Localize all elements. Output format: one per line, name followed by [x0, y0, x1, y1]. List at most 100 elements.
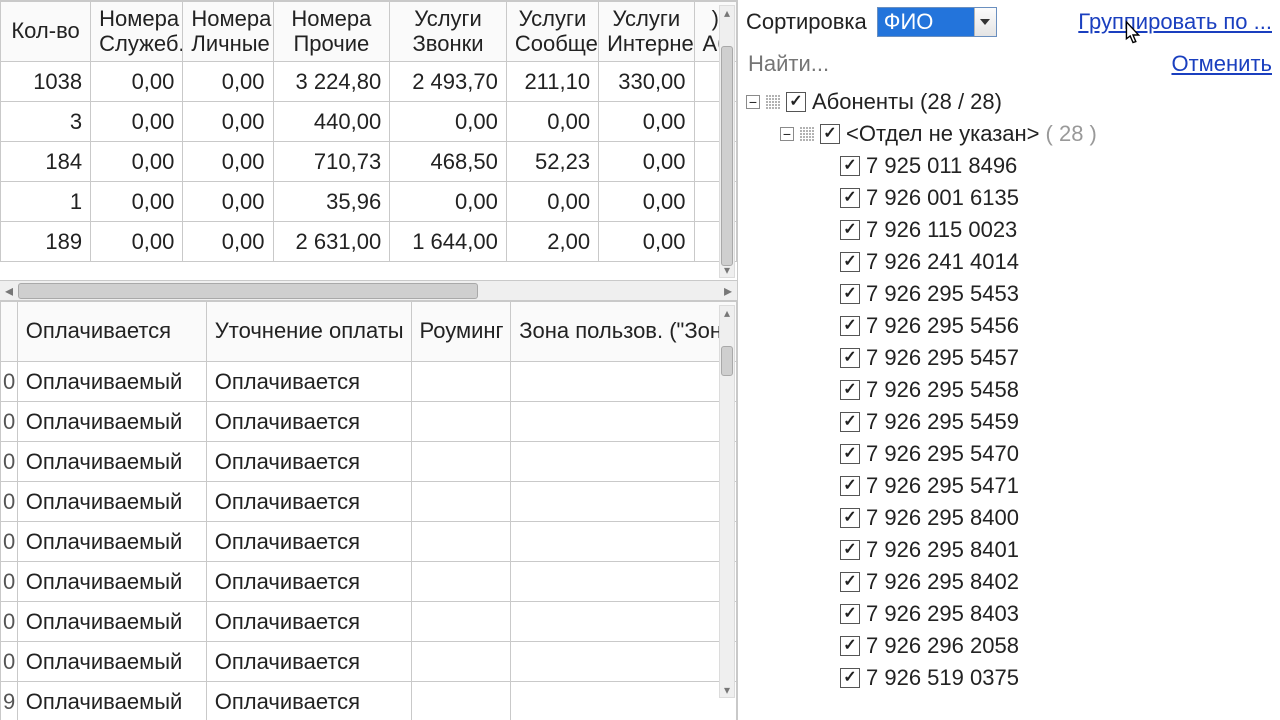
column-header[interactable] [1, 302, 18, 362]
scroll-track[interactable] [18, 282, 719, 300]
table-cell[interactable]: 0,00 [506, 182, 598, 222]
table-cell[interactable]: Оплачиваемый [17, 642, 206, 682]
table-cell[interactable]: 2,00 [506, 222, 598, 262]
checkbox[interactable]: ✓ [840, 380, 860, 400]
table-cell[interactable] [511, 402, 737, 442]
chevron-down-icon[interactable] [974, 8, 996, 36]
summary-horizontal-scrollbar[interactable]: ◂ ▸ [0, 280, 737, 300]
checkbox[interactable]: ✓ [840, 412, 860, 432]
checkbox[interactable]: ✓ [840, 220, 860, 240]
table-cell[interactable] [411, 362, 511, 402]
checkbox[interactable]: ✓ [840, 348, 860, 368]
table-row[interactable]: 10380,000,003 224,802 493,70211,10330,00 [1, 62, 737, 102]
table-cell[interactable]: 52,23 [506, 142, 598, 182]
table-cell[interactable] [511, 562, 737, 602]
table-row[interactable]: 0ОплачиваемыйОплачивается [1, 442, 737, 482]
table-cell[interactable]: 0,00 [91, 142, 183, 182]
table-cell[interactable]: 0,00 [183, 182, 273, 222]
checkbox[interactable]: ✓ [820, 124, 840, 144]
scroll-thumb[interactable] [18, 283, 478, 299]
table-cell[interactable]: 211,10 [506, 62, 598, 102]
table-cell[interactable]: Оплачиваемый [17, 482, 206, 522]
scroll-up-icon[interactable]: ▴ [720, 6, 734, 20]
tree-phone-row[interactable]: ✓7 926 295 8402 [746, 566, 1272, 598]
table-cell[interactable]: 0,00 [183, 222, 273, 262]
summary-table[interactable]: Кол-воНомераСлужеб.НомераЛичныеНомераПро… [0, 1, 737, 262]
summary-vertical-scrollbar[interactable]: ▴ ▾ [719, 5, 735, 278]
checkbox[interactable]: ✓ [840, 316, 860, 336]
tree-phone-row[interactable]: ✓7 926 295 8400 [746, 502, 1272, 534]
table-cell[interactable]: Оплачиваемый [17, 402, 206, 442]
table-cell[interactable]: 0 [1, 602, 18, 642]
table-cell[interactable]: 0,00 [91, 222, 183, 262]
table-cell[interactable]: 330,00 [599, 62, 694, 102]
search-input[interactable] [746, 47, 1171, 81]
group-by-link[interactable]: Группировать по ... [1078, 9, 1272, 35]
column-header[interactable]: УслугиИнтерне [599, 2, 694, 62]
tree-phone-row[interactable]: ✓7 926 295 5456 [746, 310, 1272, 342]
table-row[interactable]: 0ОплачиваемыйОплачивается [1, 522, 737, 562]
tree-dept-row[interactable]: − ✓ <Отдел не указан> ( 28 ) [746, 118, 1272, 150]
checkbox[interactable]: ✓ [840, 508, 860, 528]
table-cell[interactable]: 1 [1, 182, 91, 222]
table-cell[interactable]: Оплачиваемый [17, 522, 206, 562]
table-cell[interactable]: 0 [1, 402, 18, 442]
column-header[interactable]: Оплачивается [17, 302, 206, 362]
table-cell[interactable] [511, 642, 737, 682]
tree-phone-row[interactable]: ✓7 926 241 4014 [746, 246, 1272, 278]
table-cell[interactable] [511, 362, 737, 402]
table-cell[interactable]: 0 [1, 642, 18, 682]
checkbox[interactable]: ✓ [840, 188, 860, 208]
scroll-thumb[interactable] [721, 346, 733, 376]
table-cell[interactable]: 2 493,70 [390, 62, 507, 102]
table-cell[interactable]: 0 [1, 562, 18, 602]
table-cell[interactable]: Оплачивается [206, 402, 411, 442]
table-cell[interactable]: Оплачивается [206, 442, 411, 482]
table-row[interactable]: 0ОплачиваемыйОплачивается [1, 642, 737, 682]
column-header[interactable]: Кол-во [1, 2, 91, 62]
column-header[interactable]: НомераПрочие [273, 2, 390, 62]
checkbox[interactable]: ✓ [840, 604, 860, 624]
table-row[interactable]: 10,000,0035,960,000,000,00 [1, 182, 737, 222]
checkbox[interactable]: ✓ [840, 156, 860, 176]
tree-phone-row[interactable]: ✓7 926 295 5458 [746, 374, 1272, 406]
table-cell[interactable]: 0,00 [183, 102, 273, 142]
table-cell[interactable]: Оплачивается [206, 562, 411, 602]
tree-phone-row[interactable]: ✓7 926 295 5457 [746, 342, 1272, 374]
column-header[interactable]: НомераСлужеб. [91, 2, 183, 62]
checkbox[interactable]: ✓ [840, 284, 860, 304]
table-cell[interactable]: Оплачивается [206, 602, 411, 642]
table-cell[interactable] [411, 642, 511, 682]
collapse-icon[interactable]: − [746, 95, 760, 109]
column-header[interactable]: НомераЛичные [183, 2, 273, 62]
table-cell[interactable]: 440,00 [273, 102, 390, 142]
table-row[interactable]: 0ОплачиваемыйОплачивается [1, 562, 737, 602]
table-cell[interactable]: Оплачивается [206, 362, 411, 402]
table-row[interactable]: 1890,000,002 631,001 644,002,000,00 [1, 222, 737, 262]
checkbox[interactable]: ✓ [840, 668, 860, 688]
checkbox[interactable]: ✓ [840, 252, 860, 272]
tree-root-row[interactable]: − ✓ Абоненты (28 / 28) [746, 86, 1272, 118]
table-row[interactable]: 9ОплачиваемыйОплачивается [1, 682, 737, 720]
checkbox[interactable]: ✓ [840, 572, 860, 592]
table-cell[interactable]: Оплачиваемый [17, 442, 206, 482]
column-header[interactable]: Зона пользов. ("Зона [511, 302, 737, 362]
table-row[interactable]: 30,000,00440,000,000,000,00 [1, 102, 737, 142]
table-cell[interactable]: 0,00 [599, 222, 694, 262]
table-cell[interactable]: 35,96 [273, 182, 390, 222]
column-header[interactable]: Уточнение оплаты [206, 302, 411, 362]
table-cell[interactable]: 0,00 [390, 102, 507, 142]
table-cell[interactable]: 0 [1, 522, 18, 562]
table-cell[interactable]: Оплачиваемый [17, 562, 206, 602]
scroll-up-icon[interactable]: ▴ [720, 306, 734, 320]
table-cell[interactable] [511, 682, 737, 720]
table-row[interactable]: 1840,000,00710,73468,5052,230,00 [1, 142, 737, 182]
column-header[interactable]: УслугиЗвонки [390, 2, 507, 62]
table-cell[interactable]: 1 644,00 [390, 222, 507, 262]
table-cell[interactable]: 0,00 [599, 102, 694, 142]
checkbox[interactable]: ✓ [786, 92, 806, 112]
table-cell[interactable] [411, 602, 511, 642]
column-header[interactable]: УслугиСообще [506, 2, 598, 62]
column-header[interactable]: Роуминг [411, 302, 511, 362]
scroll-right-icon[interactable]: ▸ [719, 281, 737, 301]
